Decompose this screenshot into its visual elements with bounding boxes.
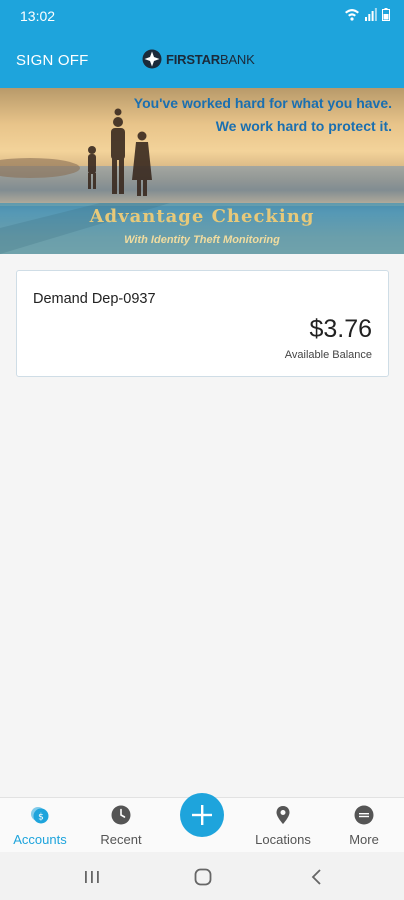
accounts-icon: $: [31, 807, 49, 824]
account-card[interactable]: Demand Dep-0937 $3.76 Available Balance: [16, 270, 389, 377]
account-name: Demand Dep-0937: [33, 291, 156, 307]
location-pin-icon: [276, 806, 290, 824]
banner-tagline-2: We work hard to protect it.: [215, 118, 392, 134]
add-button[interactable]: [180, 793, 224, 837]
nav-label-accounts: Accounts: [13, 832, 67, 847]
nav-item-recent[interactable]: Recent: [81, 798, 161, 853]
back-icon[interactable]: [306, 866, 328, 888]
nav-item-more[interactable]: More: [324, 798, 404, 853]
signal-icon: [365, 8, 377, 21]
logo-text: FIRSTARBANK: [166, 52, 255, 67]
nav-label-recent: Recent: [100, 832, 142, 847]
svg-text:$: $: [38, 813, 44, 823]
status-icons: [344, 7, 390, 21]
home-icon[interactable]: [192, 866, 214, 888]
sign-off-button[interactable]: SIGN OFF: [16, 52, 88, 69]
system-nav-bar: [0, 852, 404, 900]
logo-text-light: BANK: [219, 51, 255, 67]
app-header: SIGN OFF FIRSTARBANK: [0, 32, 404, 88]
nav-item-locations[interactable]: Locations: [243, 798, 323, 853]
logo-text-bold: FIRSTAR: [166, 51, 220, 67]
more-icon: [354, 805, 374, 825]
battery-icon: [382, 8, 390, 21]
plus-icon: [192, 805, 212, 825]
account-balance: $3.76: [309, 315, 372, 343]
wifi-icon: [345, 9, 359, 21]
nav-label-more: More: [349, 832, 379, 847]
banner-tagline-1: You've worked hard for what you have.: [133, 95, 392, 111]
banner-title: Advantage Checking: [89, 206, 315, 227]
status-bar: 13:02: [0, 0, 404, 32]
firstar-bank-logo: FIRSTARBANK: [142, 49, 255, 69]
nav-item-accounts[interactable]: $ Accounts: [0, 798, 80, 853]
recent-apps-icon[interactable]: [81, 866, 103, 888]
status-time: 13:02: [20, 8, 56, 24]
promo-banner[interactable]: You've worked hard for what you have. We…: [0, 88, 404, 254]
nav-label-locations: Locations: [255, 832, 311, 847]
banner-subtitle: With Identity Theft Monitoring: [124, 234, 280, 246]
clock-icon: [111, 805, 131, 825]
available-balance-label: Available Balance: [284, 349, 372, 361]
star-logo-icon: [142, 49, 162, 69]
